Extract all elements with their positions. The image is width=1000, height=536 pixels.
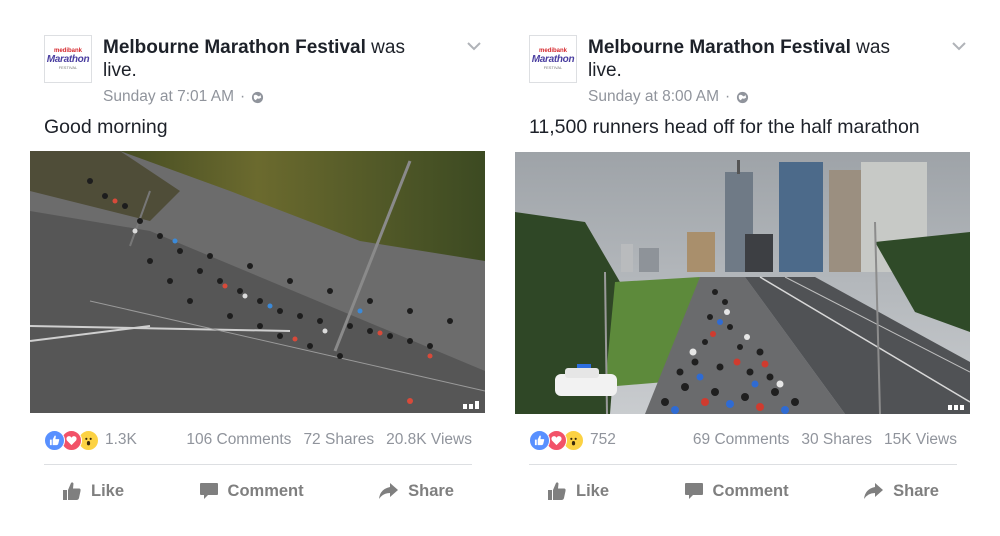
post-message: 11,500 runners head off for the half mar… (529, 116, 920, 138)
avatar-logo-bottom: FESTIVAL (543, 65, 563, 70)
comments-count[interactable]: 106 Comments (186, 431, 291, 449)
post-message: Good morning (44, 116, 168, 138)
post-timestamp[interactable]: Sunday at 8:00 AM (588, 88, 719, 106)
avatar-logo-main: Marathon (46, 54, 90, 65)
live-post-good-morning: medibank Marathon FESTIVAL Melbourne Mar… (30, 0, 500, 536)
video-quality-icon (463, 401, 479, 409)
thumbs-up-icon (548, 482, 566, 500)
post-stats: 752 69 Comments 30 Shares 15K Views (529, 429, 957, 451)
stats-divider (529, 464, 957, 465)
live-post-half-marathon: medibank Marathon FESTIVAL Melbourne Mar… (515, 0, 985, 536)
live-video-thumbnail[interactable] (515, 152, 970, 414)
share-arrow-icon (864, 483, 884, 499)
views-count: 20.8K Views (386, 431, 472, 448)
page-avatar[interactable]: medibank Marathon FESTIVAL (44, 35, 92, 83)
share-label: Share (408, 481, 454, 500)
live-video-thumbnail[interactable] (30, 151, 485, 413)
chevron-down-icon[interactable] (466, 40, 482, 52)
share-arrow-icon (379, 483, 399, 499)
engagement-counts: 69 Comments 30 Shares 15K Views (693, 431, 957, 449)
post-timestamp[interactable]: Sunday at 7:01 AM (103, 88, 234, 106)
globe-icon (252, 91, 264, 103)
comment-icon (684, 483, 703, 499)
share-button[interactable]: Share (845, 478, 957, 504)
reaction-summary[interactable]: 1.3K (44, 429, 137, 451)
share-button[interactable]: Share (360, 478, 472, 504)
page-avatar[interactable]: medibank Marathon FESTIVAL (529, 35, 577, 83)
video-frame-runners-road (30, 151, 485, 413)
thumbs-up-icon (63, 482, 81, 500)
post-meta: Sunday at 7:01 AM · (103, 88, 264, 106)
like-label: Like (576, 481, 610, 500)
like-button[interactable]: Like (44, 478, 142, 504)
share-label: Share (893, 481, 939, 500)
comment-label: Comment (712, 481, 789, 500)
like-label: Like (91, 481, 125, 500)
like-reaction-icon (529, 429, 550, 451)
engagement-counts: 106 Comments 72 Shares 20.8K Views (186, 431, 472, 449)
meta-separator: · (724, 88, 731, 105)
comment-button[interactable]: Comment (181, 478, 322, 504)
shares-count[interactable]: 30 Shares (801, 431, 872, 449)
comment-label: Comment (227, 481, 304, 500)
post-header: Melbourne Marathon Festival was live. (588, 36, 918, 82)
reaction-count: 752 (590, 431, 616, 448)
reaction-summary[interactable]: 752 (529, 429, 616, 451)
page-name-link[interactable]: Melbourne Marathon Festival (103, 37, 366, 58)
globe-icon (737, 91, 749, 103)
comments-count[interactable]: 69 Comments (693, 431, 789, 449)
video-quality-icon (948, 405, 964, 410)
stats-divider (44, 464, 472, 465)
like-reaction-icon (44, 429, 65, 451)
reaction-count: 1.3K (105, 431, 137, 448)
views-count: 15K Views (884, 431, 957, 448)
comment-button[interactable]: Comment (666, 478, 807, 504)
chevron-down-icon[interactable] (951, 40, 967, 52)
post-meta: Sunday at 8:00 AM · (588, 88, 749, 106)
post-action-bar: Like Comment Share (44, 478, 472, 504)
shares-count[interactable]: 72 Shares (303, 431, 374, 449)
comment-icon (199, 483, 218, 499)
like-button[interactable]: Like (529, 478, 627, 504)
video-frame-city-runners (515, 152, 970, 414)
avatar-logo-main: Marathon (531, 54, 575, 65)
post-header: Melbourne Marathon Festival was live. (103, 36, 433, 82)
post-action-bar: Like Comment Share (529, 478, 957, 504)
page-name-link[interactable]: Melbourne Marathon Festival (588, 37, 851, 58)
post-stats: 1.3K 106 Comments 72 Shares 20.8K Views (44, 429, 472, 451)
avatar-logo-bottom: FESTIVAL (58, 65, 78, 70)
meta-separator: · (239, 88, 246, 105)
